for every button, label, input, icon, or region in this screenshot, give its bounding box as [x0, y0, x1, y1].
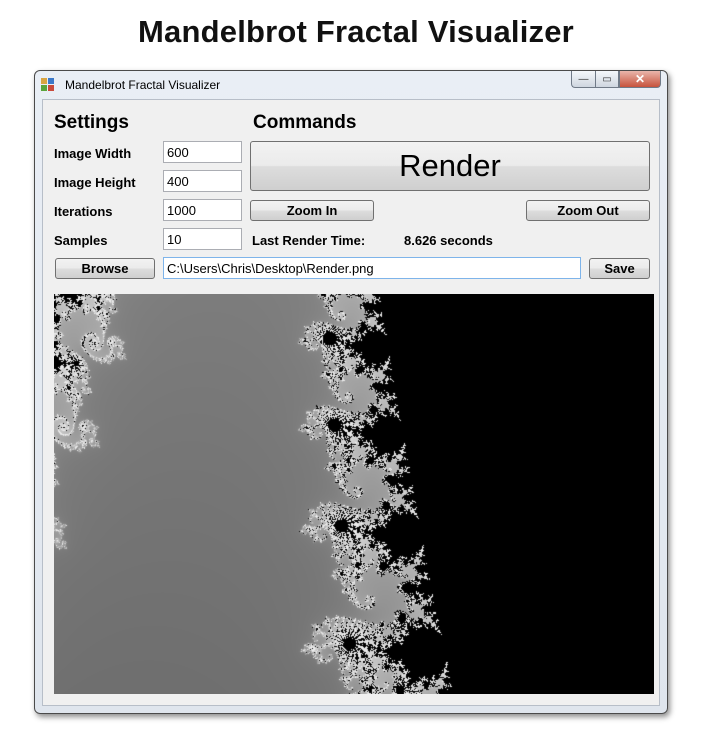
- samples-input[interactable]: [163, 228, 242, 250]
- page-title: Mandelbrot Fractal Visualizer: [138, 14, 574, 49]
- form-client-area: Settings Image Width Image Height Iterat…: [42, 99, 660, 706]
- last-render-time-value: 8.626 seconds: [404, 233, 493, 248]
- iterations-label: Iterations: [54, 204, 113, 219]
- title-bar[interactable]: Mandelbrot Fractal Visualizer — ▭ ✕: [35, 71, 667, 99]
- image-width-input[interactable]: [163, 141, 242, 163]
- maximize-button[interactable]: ▭: [595, 71, 619, 88]
- fractal-image[interactable]: [54, 294, 654, 694]
- minimize-button[interactable]: —: [571, 71, 595, 88]
- last-render-time-label: Last Render Time:: [252, 233, 366, 248]
- app-window-icon[interactable]: [41, 78, 57, 92]
- save-button[interactable]: Save: [589, 258, 650, 279]
- close-button[interactable]: ✕: [619, 71, 661, 88]
- samples-label: Samples: [54, 233, 108, 248]
- close-icon: ✕: [634, 72, 646, 86]
- image-height-input[interactable]: [163, 170, 242, 192]
- iterations-input[interactable]: [163, 199, 242, 221]
- save-path-input[interactable]: [163, 257, 581, 279]
- settings-heading: Settings: [54, 112, 129, 133]
- image-height-label: Image Height: [54, 175, 136, 190]
- commands-heading: Commands: [253, 112, 357, 133]
- app-window: Mandelbrot Fractal Visualizer — ▭ ✕ Sett…: [34, 70, 668, 714]
- minimize-icon: —: [578, 73, 589, 85]
- caption-buttons: — ▭ ✕: [571, 71, 661, 89]
- browse-button[interactable]: Browse: [55, 258, 155, 279]
- window-title: Mandelbrot Fractal Visualizer: [65, 78, 221, 92]
- maximize-icon: ▭: [602, 73, 612, 85]
- image-width-label: Image Width: [54, 146, 132, 161]
- render-button[interactable]: Render: [250, 141, 650, 191]
- zoom-in-button[interactable]: Zoom In: [250, 200, 374, 221]
- zoom-out-button[interactable]: Zoom Out: [526, 200, 650, 221]
